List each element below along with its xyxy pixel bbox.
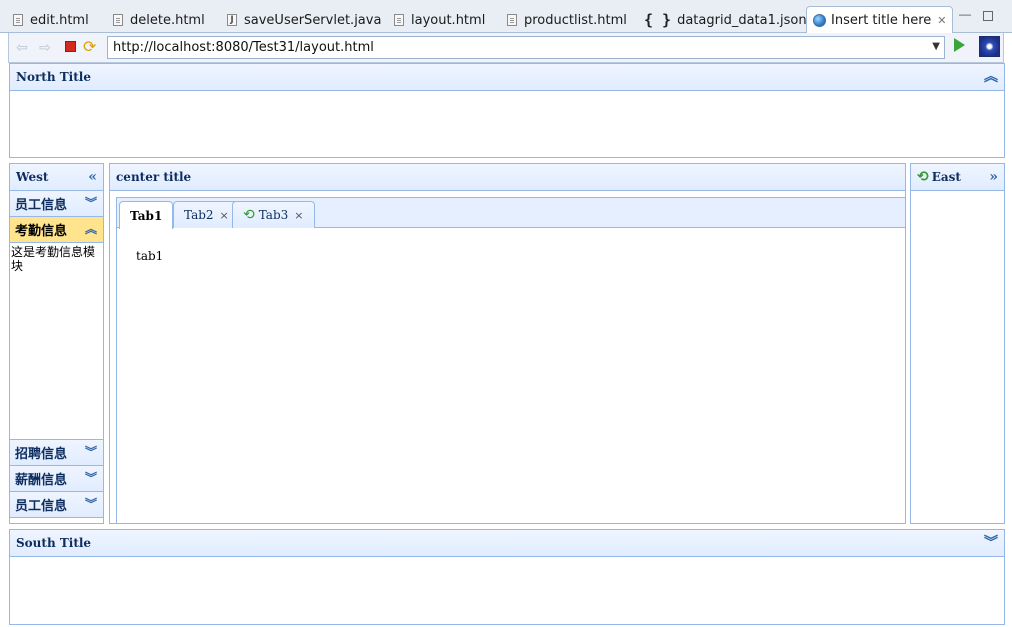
browser-toolbar: ⇦ ⇨ ⟳ http://localhost:8080/Test31/layou… [8,33,1004,63]
accordion-title: 薪酬信息 [15,473,68,488]
east-title: East [931,170,961,184]
accordion-title: 考勤信息 [15,224,68,239]
minimize-icon[interactable]: — [958,8,972,22]
editor-tab-label: productlist.html [524,12,627,28]
tabs-header: Tab1 Tab2 × ⟲ Tab3 × [117,198,905,229]
editor-tab-productlist-html[interactable]: productlist.html [507,8,627,32]
collapse-up-icon[interactable]: ︽ [984,70,998,84]
close-icon[interactable]: × [220,209,229,222]
globe-icon [813,13,826,27]
editor-tab-datagrid-json[interactable]: { } datagrid_data1.json [644,8,807,32]
editor-tab-label: datagrid_data1.json [677,12,807,28]
center-title: center title [116,170,192,184]
tab-tab2[interactable]: Tab2 × [173,201,240,228]
refresh-icon[interactable]: ⟳ [83,37,96,57]
south-region: South Title ︾ [9,529,1005,625]
north-title: North Title [16,70,91,84]
accordion-body: 这是考勤信息模块 [10,243,103,440]
accordion-item-employee-info-2[interactable]: 员工信息 ︾ [10,492,103,518]
editor-tab-edit-html[interactable]: edit.html [13,8,89,32]
editor-tab-insert-title[interactable]: Insert title here ✕ [806,6,954,33]
html-file-icon [113,14,123,26]
collapse-right-icon[interactable]: » [989,170,998,184]
back-arrow-icon[interactable]: ⇦ [14,39,30,55]
tab-content-text: tab1 [136,249,164,263]
editor-tab-strip: edit.html delete.html J saveUserServlet.… [0,0,1012,33]
tab-tab3[interactable]: ⟲ Tab3 × [232,201,315,228]
tab-tab1[interactable]: Tab1 [119,201,174,229]
south-title: South Title [16,536,92,550]
collapse-up-icon[interactable]: ︽ [85,222,97,236]
east-header: ⟲ East » [911,164,1004,191]
expand-down-icon[interactable]: ︾ [85,471,97,485]
accordion-item-employee-info[interactable]: 员工信息 ︾ [10,191,103,217]
expand-down-icon[interactable]: ︾ [85,445,97,459]
collapse-left-icon[interactable]: « [88,170,97,184]
html-file-icon [394,14,404,26]
close-icon[interactable]: ✕ [937,14,946,27]
editor-tab-label: edit.html [30,12,89,28]
editor-tab-layout-html[interactable]: layout.html [394,8,485,32]
go-play-icon[interactable] [954,38,965,52]
collapse-down-icon[interactable]: ︾ [984,536,998,550]
editor-tab-label: layout.html [411,12,486,28]
expand-down-icon[interactable]: ︾ [85,196,97,210]
north-region: North Title ︽ [9,63,1005,158]
accordion-item-attendance-info[interactable]: 考勤信息 ︽ [10,217,103,243]
editor-tab-label: Insert title here [831,12,932,28]
editor-tab-saveuserservlet-java[interactable]: J saveUserServlet.java [227,8,381,32]
tab-content: tab1 [117,228,905,284]
accordion-title: 招聘信息 [15,447,68,462]
forward-arrow-icon[interactable]: ⇨ [37,39,53,55]
reload-icon: ⟲ [917,169,929,185]
stop-icon[interactable] [65,41,76,52]
tab-label: Tab1 [130,208,163,223]
accordion-title: 员工信息 [15,198,68,213]
expand-down-icon[interactable]: ︾ [85,497,97,511]
maximize-icon[interactable] [983,11,993,21]
url-input[interactable]: http://localhost:8080/Test31/layout.html… [107,36,945,59]
json-file-icon: { } [644,11,672,29]
south-header: South Title ︾ [10,530,1004,557]
accordion-item-recruitment-info[interactable]: 招聘信息 ︾ [10,440,103,466]
north-header: North Title ︽ [10,64,1004,91]
center-region: center title Tab1 Tab2 × ⟲ Tab3 × tab1 [109,163,906,524]
external-browser-icon[interactable] [979,36,1000,57]
editor-tab-label: saveUserServlet.java [244,12,382,28]
west-title: West [16,170,49,184]
accordion-body-text: 这是考勤信息模块 [11,245,96,273]
west-header: West « [10,164,103,191]
west-region: West « 员工信息 ︾ 考勤信息 ︽ 这是考勤信息模块 招聘信息 ︾ 薪酬信… [9,163,104,524]
java-file-icon: J [227,14,237,26]
tab-label: Tab3 [258,208,289,222]
editor-tab-label: delete.html [130,12,205,28]
editor-tab-delete-html[interactable]: delete.html [113,8,205,32]
close-icon[interactable]: × [294,209,303,222]
chevron-down-icon[interactable]: ▼ [932,41,940,52]
url-text: http://localhost:8080/Test31/layout.html [113,40,374,55]
tab-label: Tab2 [184,208,214,222]
html-file-icon [507,14,517,26]
accordion-title: 员工信息 [15,499,68,514]
center-header: center title [110,164,905,191]
accordion-item-salary-info[interactable]: 薪酬信息 ︾ [10,466,103,492]
html-file-icon [13,14,23,26]
east-region: ⟲ East » [910,163,1005,524]
reload-icon: ⟲ [243,207,255,223]
center-tabs: Tab1 Tab2 × ⟲ Tab3 × tab1 [116,197,906,524]
